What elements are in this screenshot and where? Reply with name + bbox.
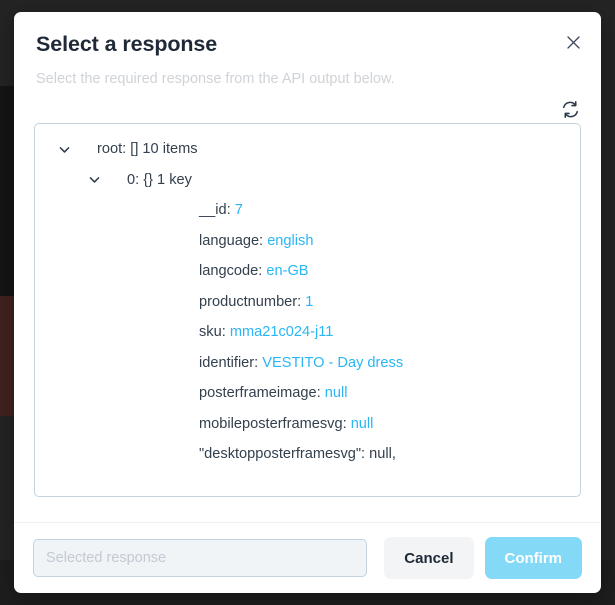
tree-leaf-row: posterframeimage: null [35, 378, 580, 409]
tree-leaf-row: identifier: VESTITO - Day dress [35, 348, 580, 379]
tree-key: mobileposterframesvg: [199, 415, 347, 432]
tree-key: 0: [127, 171, 140, 188]
tree-row-label: root: [] 10 items [71, 141, 198, 157]
tree-row-label: posterframeimage: null [199, 385, 347, 401]
tree-leaf-row: langcode: en-GB [35, 256, 580, 287]
refresh-icon [561, 100, 580, 122]
tree-key: root: [97, 141, 127, 158]
tree-key: productnumber: [199, 293, 302, 310]
tree-row-label: sku: mma21c024-j11 [199, 324, 333, 340]
tree-key: "desktopposterframesvg": [199, 446, 366, 463]
tree-row-label: __id: 7 [199, 202, 243, 218]
tree-leaf-row: __id: 7 [35, 195, 580, 226]
backdrop-shape-accent [0, 296, 15, 416]
tree-value[interactable]: VESTITO - Day dress [262, 355, 403, 371]
tree-row-label: langcode: en-GB [199, 263, 309, 279]
tree-row-label: mobileposterframesvg: null [199, 416, 373, 432]
json-tree: root: [] 10 items 0: {} 1 key __id: 7 langu… [35, 124, 580, 470]
toolbar [14, 98, 601, 124]
dialog-header: Select a response Select the required re… [14, 12, 601, 89]
tree-row-label: identifier: VESTITO - Day dress [199, 355, 403, 371]
tree-value[interactable]: null, [369, 446, 396, 462]
refresh-button[interactable] [557, 98, 583, 124]
tree-value[interactable]: null [351, 416, 374, 432]
dialog-footer: Cancel Confirm [14, 522, 601, 593]
tree-key: language: [199, 232, 264, 249]
tree-row-label: language: english [199, 233, 313, 249]
tree-leaf-row: language: english [35, 226, 580, 257]
selected-response-input[interactable] [33, 539, 367, 577]
select-response-dialog: Select a response Select the required re… [14, 12, 601, 593]
tree-value[interactable]: mma21c024-j11 [230, 324, 334, 340]
tree-row-label: "desktopposterframesvg": null, [199, 446, 396, 462]
confirm-button[interactable]: Confirm [484, 537, 582, 579]
cancel-button[interactable]: Cancel [384, 537, 474, 579]
tree-key: posterframeimage: [199, 385, 321, 402]
tree-leaf-row: productnumber: 1 [35, 287, 580, 318]
tree-key: identifier: [199, 354, 259, 371]
dialog-subtitle: Select the required response from the AP… [36, 71, 395, 87]
chevron-down-icon[interactable] [57, 142, 71, 156]
tree-node-row[interactable]: root: [] 10 items [35, 134, 580, 165]
tree-meta: {} 1 key [143, 171, 192, 188]
tree-leaf-row: "desktopposterframesvg": null, [35, 439, 580, 470]
tree-value[interactable]: 1 [305, 294, 313, 310]
tree-key: langcode: [199, 263, 263, 280]
tree-node-row[interactable]: 0: {} 1 key [35, 165, 580, 196]
chevron-down-icon[interactable] [87, 173, 101, 187]
tree-row-label: productnumber: 1 [199, 294, 313, 310]
tree-value[interactable]: english [267, 233, 313, 249]
tree-key: __id: [199, 202, 231, 219]
tree-leaf-row: sku: mma21c024-j11 [35, 317, 580, 348]
tree-key: sku: [199, 324, 226, 341]
page-title: Select a response [36, 32, 218, 56]
tree-value[interactable]: 7 [235, 202, 243, 218]
tree-leaf-row: mobileposterframesvg: null [35, 409, 580, 440]
close-icon [566, 35, 581, 53]
tree-value[interactable]: null [325, 385, 348, 401]
tree-row-label: 0: {} 1 key [101, 172, 192, 188]
close-button[interactable] [559, 30, 587, 58]
json-tree-panel[interactable]: root: [] 10 items 0: {} 1 key __id: 7 langu… [34, 123, 581, 497]
tree-value[interactable]: en-GB [266, 263, 308, 279]
tree-meta: [] 10 items [130, 141, 198, 158]
